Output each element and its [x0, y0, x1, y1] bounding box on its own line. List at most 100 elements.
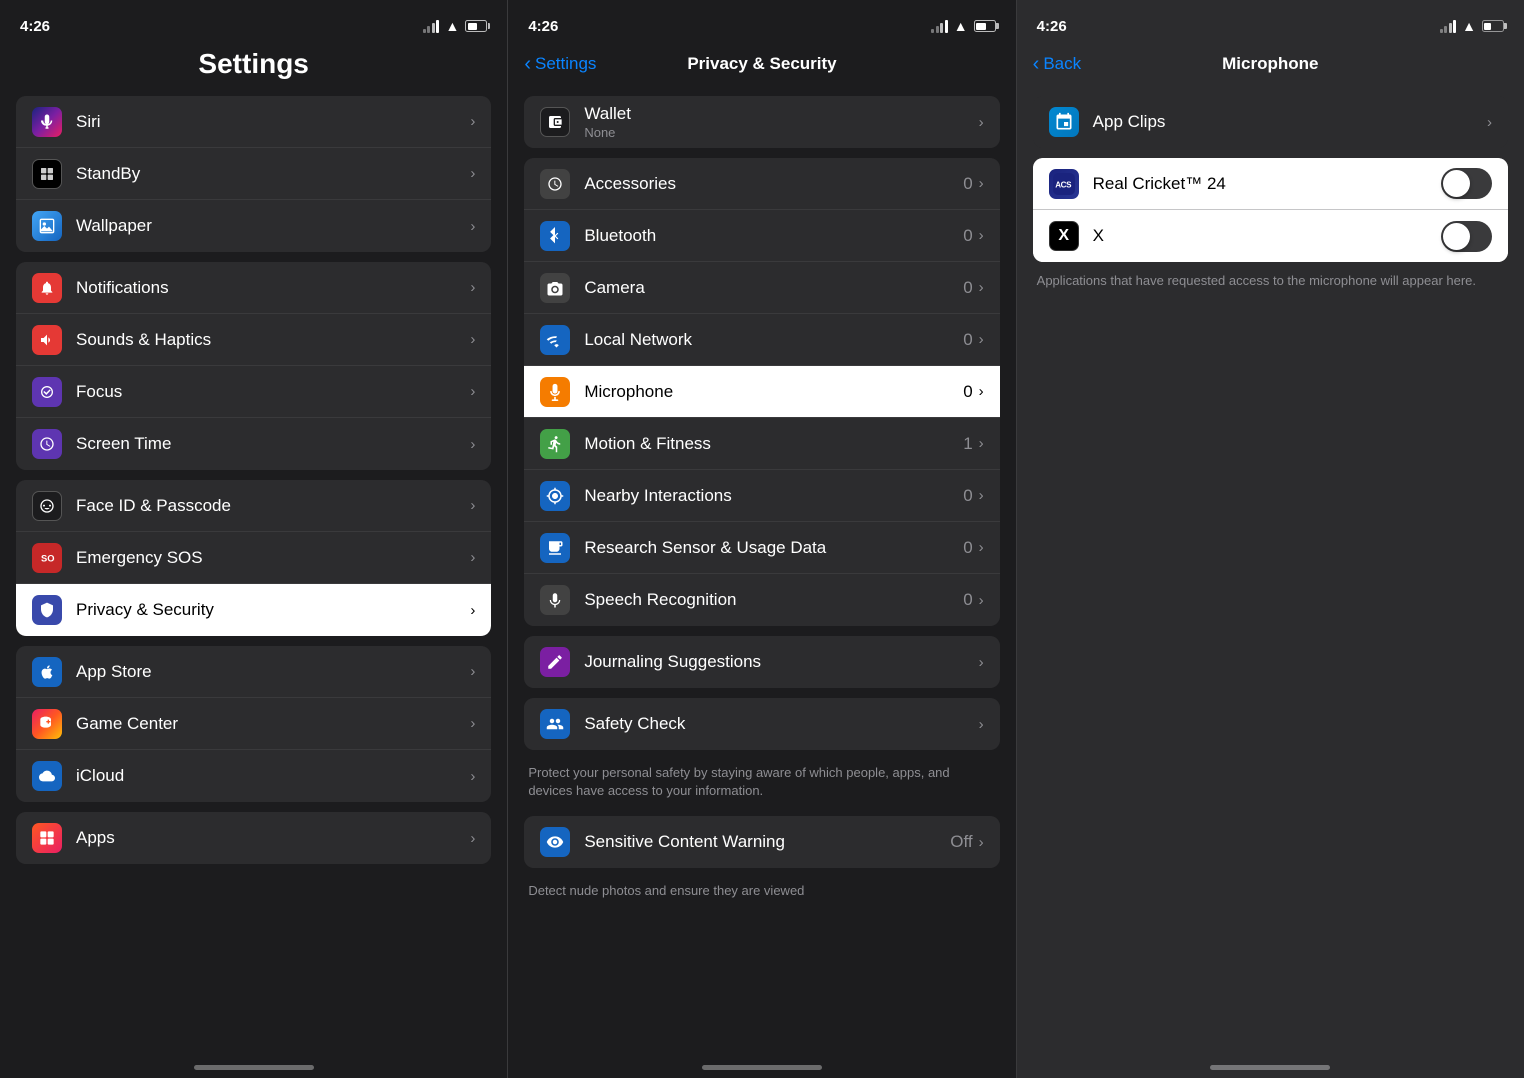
standby-text: StandBy	[76, 164, 470, 184]
speech-icon	[540, 585, 570, 615]
settings-item-apps[interactable]: Apps ›	[16, 812, 491, 864]
gamecenter-label: Game Center	[76, 714, 470, 734]
signal-icon	[423, 20, 440, 33]
bluetooth-label: Bluetooth	[584, 226, 963, 246]
back-button-right[interactable]: ‹ Back	[1033, 54, 1081, 74]
privacy-item-camera[interactable]: Camera 0 ›	[524, 262, 999, 314]
settings-item-appstore[interactable]: App Store ›	[16, 646, 491, 698]
privacy-group-wallet: Wallet None ›	[524, 96, 999, 148]
x-app-icon: X	[1049, 221, 1079, 251]
cricket-toggle-knob	[1443, 170, 1470, 197]
faceid-chevron: ›	[470, 497, 475, 514]
x-label: X	[1093, 226, 1441, 246]
x-icon-letter: X	[1058, 227, 1069, 245]
sensitive-desc-text: Detect nude photos and ensure they are v…	[528, 883, 804, 898]
privacy-item-safety[interactable]: Safety Check ›	[524, 698, 999, 750]
motion-icon	[540, 429, 570, 459]
wallpaper-icon	[32, 211, 62, 241]
motion-value: 1	[963, 434, 972, 454]
settings-item-icloud[interactable]: iCloud ›	[16, 750, 491, 802]
settings-item-faceid[interactable]: Face ID & Passcode ›	[16, 480, 491, 532]
status-icons-mid: ▲	[931, 18, 995, 34]
gamecenter-chevron: ›	[470, 715, 475, 732]
motion-label: Motion & Fitness	[584, 434, 963, 454]
microphone-item-x[interactable]: X X	[1033, 210, 1508, 262]
settings-item-siri[interactable]: Siri ›	[16, 96, 491, 148]
privacy-group-perms: Accessories 0 › Bluetooth 0 ›	[524, 158, 999, 626]
apps-chevron: ›	[470, 830, 475, 847]
notifications-icon	[32, 273, 62, 303]
privacy-icon	[32, 595, 62, 625]
sounds-chevron: ›	[470, 331, 475, 348]
privacy-item-localnetwork[interactable]: Local Network 0 ›	[524, 314, 999, 366]
icloud-chevron: ›	[470, 768, 475, 785]
wifi-icon-mid: ▲	[954, 18, 968, 34]
signal-icon-mid	[931, 20, 948, 33]
bluetooth-value: 0	[963, 226, 972, 246]
standby-icon	[32, 159, 62, 189]
privacy-item-journaling[interactable]: Journaling Suggestions ›	[524, 636, 999, 688]
nav-bar-mid: ‹ Settings Privacy & Security	[508, 44, 1015, 88]
status-bar-left: 4:26 ▲	[0, 0, 507, 44]
sensitive-icon	[540, 827, 570, 857]
privacy-item-wallet[interactable]: Wallet None ›	[524, 96, 999, 148]
privacy-item-research[interactable]: Research Sensor & Usage Data 0 ›	[524, 522, 999, 574]
emergency-chevron: ›	[470, 549, 475, 566]
apps-icon	[32, 823, 62, 853]
accessories-icon	[540, 169, 570, 199]
settings-item-wallpaper[interactable]: Wallpaper ›	[16, 200, 491, 252]
appclips-chevron: ›	[1487, 114, 1492, 131]
settings-item-standby[interactable]: StandBy ›	[16, 148, 491, 200]
privacy-chevron: ›	[470, 602, 475, 619]
svg-text:SOS: SOS	[41, 553, 55, 563]
localnetwork-label: Local Network	[584, 330, 963, 350]
siri-chevron: ›	[470, 113, 475, 130]
nearby-label: Nearby Interactions	[584, 486, 963, 506]
focus-chevron: ›	[470, 383, 475, 400]
wallet-icon	[540, 107, 570, 137]
settings-item-privacy[interactable]: Privacy & Security ›	[16, 584, 491, 636]
microphone-item-realcricket[interactable]: ACS Real Cricket™ 24	[1033, 158, 1508, 210]
safety-description: Protect your personal safety by staying …	[508, 760, 1015, 816]
research-icon	[540, 533, 570, 563]
localnetwork-value: 0	[963, 330, 972, 350]
privacy-item-nearby[interactable]: Nearby Interactions 0 ›	[524, 470, 999, 522]
privacy-item-accessories[interactable]: Accessories 0 ›	[524, 158, 999, 210]
settings-item-emergency[interactable]: SOS Emergency SOS ›	[16, 532, 491, 584]
settings-group2: Notifications › Sounds & Haptics ›	[16, 262, 491, 470]
privacy-item-speech[interactable]: Speech Recognition 0 ›	[524, 574, 999, 626]
settings-item-sounds[interactable]: Sounds & Haptics ›	[16, 314, 491, 366]
privacy-security-panel: 4:26 ▲ ‹ Settings Privacy & Security	[508, 0, 1016, 1078]
safety-chevron: ›	[979, 716, 984, 733]
privacy-item-microphone[interactable]: Microphone 0 ›	[524, 366, 999, 418]
time-left: 4:26	[20, 18, 50, 35]
back-button-mid[interactable]: ‹ Settings	[524, 54, 596, 74]
microphone-helper-text: Applications that have requested access …	[1037, 273, 1476, 288]
privacy-item-bluetooth[interactable]: Bluetooth 0 ›	[524, 210, 999, 262]
appclips-label: App Clips	[1093, 112, 1487, 132]
settings-scroll: Siri › StandBy ›	[0, 96, 507, 1078]
settings-item-notifications[interactable]: Notifications ›	[16, 262, 491, 314]
back-label-mid: Settings	[535, 54, 596, 74]
microphone-item-appclips[interactable]: App Clips ›	[1033, 96, 1508, 148]
notifications-chevron: ›	[470, 279, 475, 296]
gamecenter-icon	[32, 709, 62, 739]
emergency-icon: SOS	[32, 543, 62, 573]
sounds-icon	[32, 325, 62, 355]
privacy-title: Privacy & Security	[687, 54, 836, 74]
settings-item-gamecenter[interactable]: Game Center ›	[16, 698, 491, 750]
privacy-group-journaling: Journaling Suggestions ›	[524, 636, 999, 688]
privacy-item-sensitive[interactable]: Sensitive Content Warning Off ›	[524, 816, 999, 868]
settings-item-focus[interactable]: Focus ›	[16, 366, 491, 418]
localnetwork-icon	[540, 325, 570, 355]
screentime-chevron: ›	[470, 436, 475, 453]
privacy-item-motion[interactable]: Motion & Fitness 1 ›	[524, 418, 999, 470]
cricket-toggle[interactable]	[1441, 168, 1492, 199]
x-toggle-knob	[1443, 223, 1470, 250]
sounds-label: Sounds & Haptics	[76, 330, 470, 350]
emergency-label: Emergency SOS	[76, 548, 470, 568]
standby-chevron: ›	[470, 165, 475, 182]
x-toggle[interactable]	[1441, 221, 1492, 252]
settings-group1: Siri › StandBy ›	[16, 96, 491, 252]
settings-item-screentime[interactable]: Screen Time ›	[16, 418, 491, 470]
